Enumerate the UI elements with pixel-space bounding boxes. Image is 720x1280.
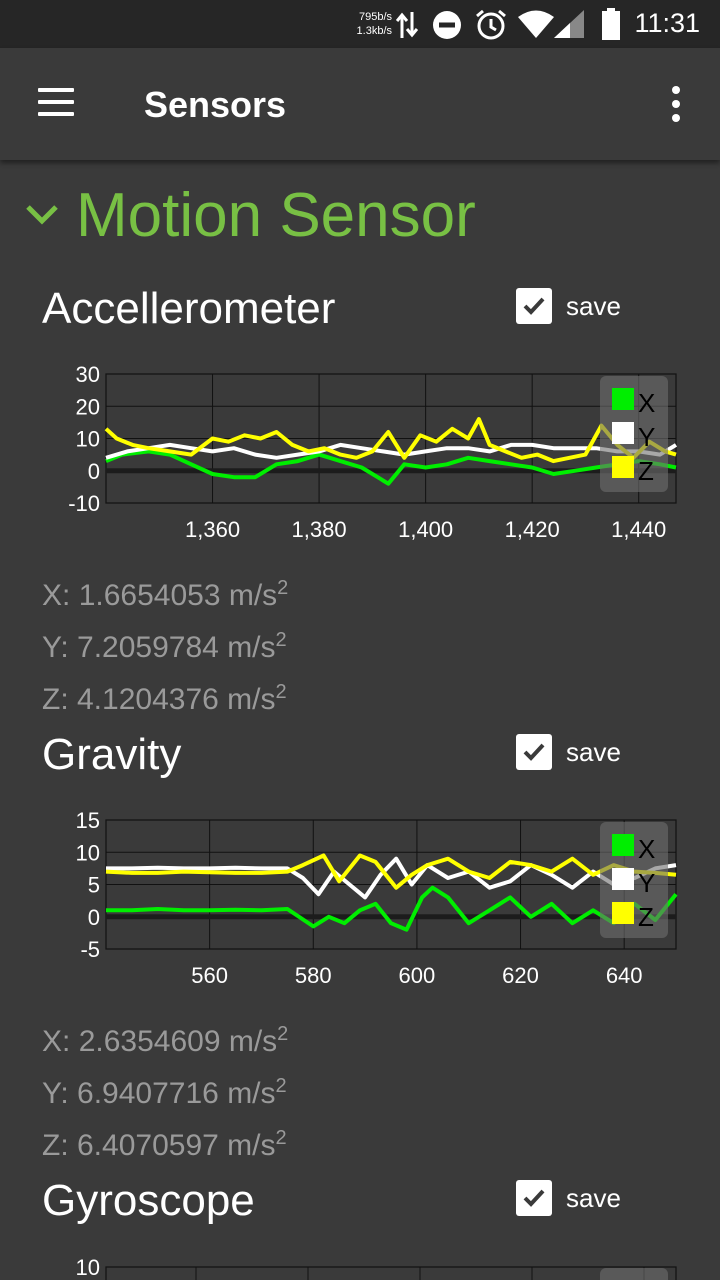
- plot-frame: [105, 1266, 677, 1280]
- data-transfer-icon: [396, 12, 418, 38]
- save-toggle-accelerometer[interactable]: save: [516, 288, 621, 324]
- legend-swatch-x: [612, 388, 634, 410]
- save-toggle-gyroscope[interactable]: save: [516, 1180, 621, 1216]
- x-tick-label: 1,400: [398, 517, 453, 540]
- accelerometer-readouts: X: 1.6654053 m/s2 Y: 7.2059784 m/s2 Z: 4…: [42, 566, 288, 722]
- readout-z: Z: 4.1204376 m/s2: [42, 681, 287, 716]
- more-vert-icon[interactable]: [668, 86, 684, 122]
- save-label: save: [566, 1182, 621, 1213]
- wifi-icon: [518, 10, 554, 38]
- gyroscope-chart: 10: [76, 1255, 677, 1280]
- legend-swatch-y: [612, 422, 634, 444]
- toolbar-title: Sensors: [144, 84, 287, 125]
- alarm-icon: [476, 9, 506, 40]
- legend-swatch-y: [612, 868, 634, 890]
- status-bar: 795b/s 1.3kb/s 11:31: [0, 0, 720, 48]
- x-tick-label: 620: [502, 963, 539, 986]
- app-toolbar: Sensors: [0, 48, 720, 160]
- x-tick-label: 1,360: [185, 517, 240, 540]
- y-tick-label: 5: [88, 873, 100, 898]
- y-tick-label: 20: [76, 394, 100, 419]
- y-tick-label: 10: [76, 427, 100, 452]
- checkbox[interactable]: [516, 734, 552, 770]
- save-label: save: [566, 290, 621, 321]
- cellular-signal-icon: [554, 10, 584, 38]
- series-line-x: [106, 885, 678, 932]
- y-tick-label: 30: [76, 362, 100, 387]
- network-speed: 795b/s 1.3kb/s: [346, 10, 392, 38]
- legend-swatch-z: [612, 456, 634, 478]
- legend-label-x: X: [638, 388, 655, 418]
- y-tick-label: 10: [76, 840, 100, 865]
- do-not-disturb-icon: [433, 11, 461, 39]
- x-tick-label: 560: [191, 963, 228, 986]
- clock-time: 11:31: [634, 8, 700, 38]
- sensor-title-gravity: Gravity: [42, 730, 182, 779]
- check-icon: [523, 743, 545, 761]
- x-tick-label: 1,380: [292, 517, 347, 540]
- accelerometer-chart: 30 20 10 0 -10 1,360 1,380 1,400 1,420 1,440 XYZ: [68, 362, 678, 540]
- x-tick-label: 1,440: [611, 517, 666, 540]
- sensor-title-gyroscope: Gyroscope: [42, 1176, 255, 1225]
- series-line-z: [104, 417, 677, 464]
- y-tick-label: -10: [68, 491, 100, 516]
- checkbox[interactable]: [516, 1180, 552, 1216]
- net-up-text: 795b/s: [358, 11, 392, 23]
- gravity-readouts: X: 2.6354609 m/s2 Y: 6.9407716 m/s2 Z: 6…: [42, 1012, 288, 1168]
- y-tick-label: 15: [76, 808, 100, 833]
- y-tick-label: 10: [76, 1255, 100, 1280]
- checkbox[interactable]: [516, 288, 552, 324]
- legend-label-z: Z: [638, 902, 654, 932]
- y-tick-label: 0: [88, 905, 100, 930]
- x-tick-label: 1,420: [505, 517, 560, 540]
- check-icon: [523, 297, 545, 315]
- x-tick-label: 600: [399, 963, 436, 986]
- y-tick-label: -5: [80, 937, 100, 962]
- hamburger-menu-icon[interactable]: [36, 88, 76, 118]
- battery-icon: [602, 8, 620, 40]
- section-title: Motion Sensor: [76, 180, 476, 250]
- readout-x: X: 1.6654053 m/s2: [42, 577, 289, 612]
- legend-label-z: Z: [638, 456, 654, 486]
- readout-x: X: 2.6354609 m/s2: [42, 1023, 289, 1058]
- readout-y: Y: 7.2059784 m/s2: [42, 629, 287, 664]
- series-line-z: [105, 853, 677, 890]
- legend-label-y: Y: [638, 868, 655, 898]
- legend-label-x: X: [638, 834, 655, 864]
- sensor-title-accelerometer: Accellerometer: [42, 284, 336, 333]
- check-icon: [523, 1189, 545, 1207]
- chart-legend: XYZ: [600, 376, 668, 492]
- chart-legend: XYZ: [600, 822, 668, 938]
- legend-swatch-x: [612, 834, 634, 856]
- save-toggle-gravity[interactable]: save: [516, 734, 621, 770]
- net-down-text: 1.3kb/s: [356, 25, 392, 37]
- x-tick-label: 580: [295, 963, 332, 986]
- save-label: save: [566, 736, 621, 767]
- chevron-down-icon: [26, 205, 58, 225]
- legend-swatch-z: [612, 902, 634, 924]
- legend-background: [600, 1268, 668, 1280]
- section-header-motion-sensor[interactable]: Motion Sensor: [22, 180, 476, 250]
- y-tick-label: 0: [88, 459, 100, 484]
- x-tick-label: 640: [606, 963, 643, 986]
- readout-y: Y: 6.9407716 m/s2: [42, 1075, 287, 1110]
- gravity-chart: 15 10 5 0 -5 560 580 600 620 640 XYZ: [76, 808, 678, 986]
- readout-z: Z: 6.4070597 m/s2: [42, 1127, 287, 1162]
- legend-label-y: Y: [638, 422, 655, 452]
